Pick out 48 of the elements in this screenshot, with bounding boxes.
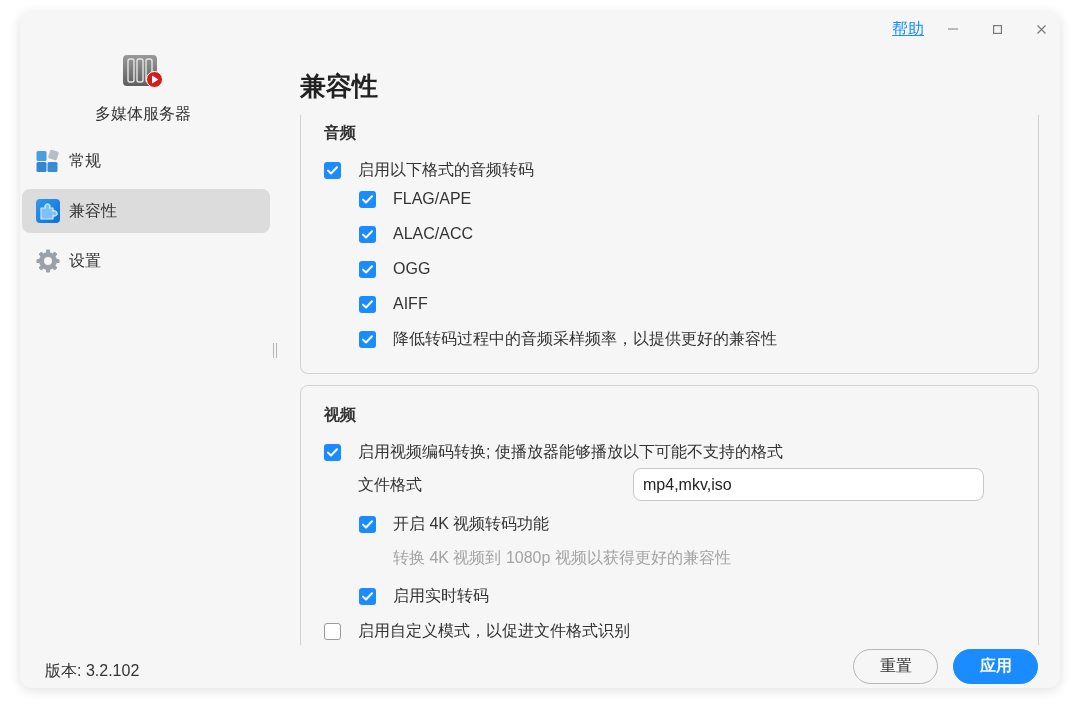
version-text: 版本: 3.2.102 (45, 661, 140, 681)
checkbox[interactable] (324, 443, 341, 461)
check-icon (362, 591, 373, 601)
option-label: FLAG/APE (393, 189, 472, 209)
check-icon (362, 229, 373, 239)
tiles-icon (36, 149, 60, 173)
option-label: ALAC/ACC (393, 224, 474, 244)
input-field[interactable]: mp4,mkv,iso (633, 468, 984, 501)
checkbox[interactable] (359, 260, 376, 278)
sidebar-item[interactable]: 兼容性 (22, 189, 270, 233)
section-heading: 音频 (324, 123, 357, 143)
option-label: 降低转码过程中的音频采样频率，以提供更好的兼容性 (393, 329, 777, 349)
option-hint: 转换 4K 视频到 1080p 视频以获得更好的兼容性 (393, 548, 731, 568)
check-icon (362, 194, 373, 204)
option-label: 启用视频编码转换; 使播放器能够播放以下可能不支持的格式 (358, 442, 783, 462)
section-heading: 视频 (324, 405, 357, 425)
field-label: 文件格式 (358, 474, 423, 495)
option-label: OGG (393, 259, 431, 279)
sidebar-item[interactable]: 常规 (22, 139, 270, 183)
option-label: AIFF (393, 294, 428, 314)
check-icon (362, 334, 373, 344)
option-label: 启用自定义模式，以促进文件格式识别 (358, 621, 630, 641)
option-label: 开启 4K 视频转码功能 (393, 514, 550, 534)
puzzle-icon (36, 199, 60, 223)
checkbox[interactable] (359, 295, 376, 313)
gear-icon (36, 249, 60, 273)
app-name: 多媒体服务器 (95, 104, 191, 124)
checkbox[interactable] (359, 330, 376, 348)
checkbox[interactable] (324, 161, 341, 179)
checkbox[interactable] (359, 515, 376, 533)
option-label: 启用实时转码 (393, 586, 489, 606)
checkbox[interactable] (324, 622, 341, 640)
page-title: 兼容性 (299, 70, 379, 103)
checkbox[interactable] (359, 587, 376, 605)
resize-grip-icon[interactable] (273, 342, 277, 358)
maximize-icon (992, 24, 1002, 34)
sidebar-item[interactable]: 设置 (22, 239, 270, 283)
check-icon (362, 519, 373, 529)
server-play-icon (123, 55, 163, 88)
minimize-icon (948, 28, 958, 30)
check-icon (362, 299, 373, 309)
check-icon (362, 264, 373, 274)
option-label: 启用以下格式的音频转码 (358, 160, 534, 180)
check-icon (327, 165, 338, 175)
close-icon (1036, 24, 1046, 34)
checkbox[interactable] (359, 190, 376, 208)
checkbox[interactable] (359, 225, 376, 243)
check-icon (327, 447, 338, 457)
